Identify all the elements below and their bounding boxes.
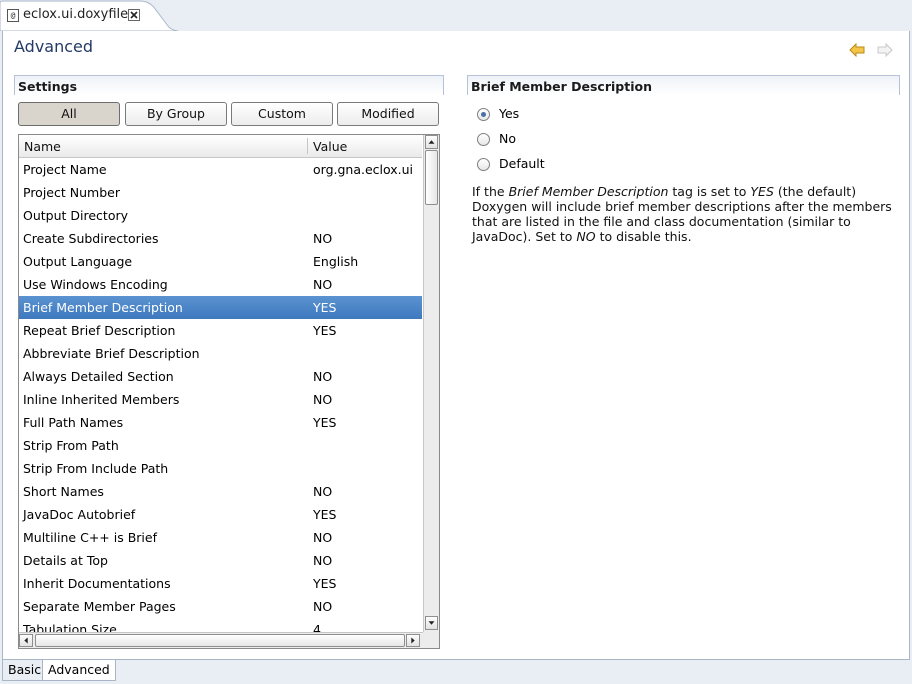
vertical-scroll-thumb[interactable]: [425, 150, 438, 205]
setting-name: Brief Member Description: [23, 300, 183, 315]
setting-name: Repeat Brief Description: [23, 323, 176, 338]
table-row[interactable]: Inline Inherited Members NO: [19, 388, 422, 411]
horizontal-scroll-thumb[interactable]: [35, 634, 405, 647]
tab-advanced[interactable]: Advanced: [42, 660, 116, 681]
close-icon[interactable]: [128, 9, 140, 21]
setting-name: Separate Member Pages: [23, 599, 176, 614]
radio-no-button[interactable]: [477, 133, 490, 146]
table-row[interactable]: Output Language English: [19, 250, 422, 273]
setting-name: Abbreviate Brief Description: [23, 346, 200, 361]
setting-value: 4: [313, 622, 321, 632]
setting-value: NO: [313, 530, 333, 545]
setting-value: NO: [313, 369, 333, 384]
vertical-scrollbar[interactable]: [423, 135, 439, 632]
radio-yes-label[interactable]: Yes: [499, 105, 519, 123]
radio-yes-button[interactable]: [477, 108, 490, 121]
editor-body: Advanced Settings All By Group Custom Mo…: [2, 31, 910, 660]
settings-table: Name Value Project Name org.gna.eclox.ui P…: [18, 134, 440, 649]
table-row[interactable]: Project Name org.gna.eclox.ui: [19, 158, 422, 181]
table-header: Name Value: [19, 135, 422, 158]
radio-no-label[interactable]: No: [499, 130, 516, 148]
setting-value: YES: [313, 300, 337, 315]
setting-value: NO: [313, 484, 333, 499]
page-tab-bar: Basic Advanced: [0, 660, 912, 684]
setting-name: Full Path Names: [23, 415, 124, 430]
scroll-down-icon[interactable]: [425, 616, 438, 630]
setting-name: Output Directory: [23, 208, 129, 223]
filter-all-button[interactable]: All: [18, 102, 120, 126]
table-row[interactable]: Always Detailed Section NO: [19, 365, 422, 388]
setting-value: NO: [313, 599, 333, 614]
scroll-left-icon[interactable]: [19, 634, 33, 647]
filter-custom-button[interactable]: Custom: [231, 102, 333, 126]
table-row[interactable]: Full Path Names YES: [19, 411, 422, 434]
setting-description: If the Brief Member Description tag is s…: [472, 184, 892, 244]
back-arrow-icon[interactable]: [849, 43, 865, 57]
detail-section-header: Brief Member Description: [467, 75, 900, 95]
column-header-name[interactable]: Name: [24, 139, 61, 154]
horizontal-scrollbar[interactable]: [19, 632, 423, 648]
setting-name: Multiline C++ is Brief: [23, 530, 157, 545]
setting-value: YES: [313, 507, 337, 522]
setting-value: YES: [313, 576, 337, 591]
setting-value: NO: [313, 392, 333, 407]
setting-name: Use Windows Encoding: [23, 277, 168, 292]
editor-tab-title: eclox.ui.doxyfile: [23, 7, 129, 22]
setting-value: YES: [313, 415, 337, 430]
tab-basic[interactable]: Basic: [2, 660, 48, 681]
table-row[interactable]: Multiline C++ is Brief NO: [19, 526, 422, 549]
setting-name: Always Detailed Section: [23, 369, 174, 384]
table-row[interactable]: Tabulation Size 4: [19, 618, 422, 632]
scroll-up-icon[interactable]: [425, 135, 438, 149]
table-row[interactable]: Create Subdirectories NO: [19, 227, 422, 250]
table-row[interactable]: Inherit Documentations YES: [19, 572, 422, 595]
column-header-value[interactable]: Value: [313, 139, 347, 154]
page-title: Advanced: [14, 37, 94, 56]
radio-default-button[interactable]: [477, 158, 490, 171]
setting-value: English: [313, 254, 359, 269]
scroll-right-icon[interactable]: [406, 634, 420, 647]
settings-section-header: Settings: [14, 75, 444, 95]
setting-value: NO: [313, 231, 333, 246]
forward-arrow-icon[interactable]: [877, 43, 893, 57]
table-row[interactable]: JavaDoc Autobrief YES: [19, 503, 422, 526]
radio-default-label[interactable]: Default: [499, 155, 545, 173]
table-rows: Project Name org.gna.eclox.ui Project Numb…: [19, 158, 422, 632]
table-row[interactable]: Project Number: [19, 181, 422, 204]
setting-name: Strip From Path: [23, 438, 119, 453]
filter-by-group-button[interactable]: By Group: [125, 102, 227, 126]
setting-name: Inherit Documentations: [23, 576, 171, 591]
setting-name: Short Names: [23, 484, 104, 499]
editor-tab[interactable]: @ eclox.ui.doxyfile: [0, 0, 178, 31]
setting-name: Project Number: [23, 185, 120, 200]
table-row[interactable]: Use Windows Encoding NO: [19, 273, 422, 296]
setting-name: Strip From Include Path: [23, 461, 169, 476]
setting-name: JavaDoc Autobrief: [23, 507, 136, 522]
filter-modified-button[interactable]: Modified: [337, 102, 439, 126]
setting-name: Inline Inherited Members: [23, 392, 180, 407]
setting-name: Details at Top: [23, 553, 108, 568]
table-row[interactable]: Details at Top NO: [19, 549, 422, 572]
setting-value: NO: [313, 277, 333, 292]
scroll-corner: [423, 632, 439, 648]
table-row[interactable]: Brief Member Description YES: [19, 296, 422, 319]
table-row[interactable]: Separate Member Pages NO: [19, 595, 422, 618]
setting-name: Output Language: [23, 254, 133, 269]
table-row[interactable]: Output Directory: [19, 204, 422, 227]
table-row[interactable]: Repeat Brief Description YES: [19, 319, 422, 342]
doxyfile-icon: @: [7, 9, 19, 22]
table-row[interactable]: Strip From Path: [19, 434, 422, 457]
table-row[interactable]: Short Names NO: [19, 480, 422, 503]
setting-name: Project Name: [23, 162, 107, 177]
column-divider[interactable]: [307, 138, 308, 154]
setting-value: YES: [313, 323, 337, 338]
table-row[interactable]: Strip From Include Path: [19, 457, 422, 480]
setting-value: NO: [313, 553, 333, 568]
editor-tab-bar: @ eclox.ui.doxyfile: [0, 0, 912, 31]
setting-value: org.gna.eclox.ui: [313, 162, 414, 177]
setting-name: Create Subdirectories: [23, 231, 159, 246]
setting-name: Tabulation Size: [23, 622, 117, 632]
table-row[interactable]: Abbreviate Brief Description: [19, 342, 422, 365]
